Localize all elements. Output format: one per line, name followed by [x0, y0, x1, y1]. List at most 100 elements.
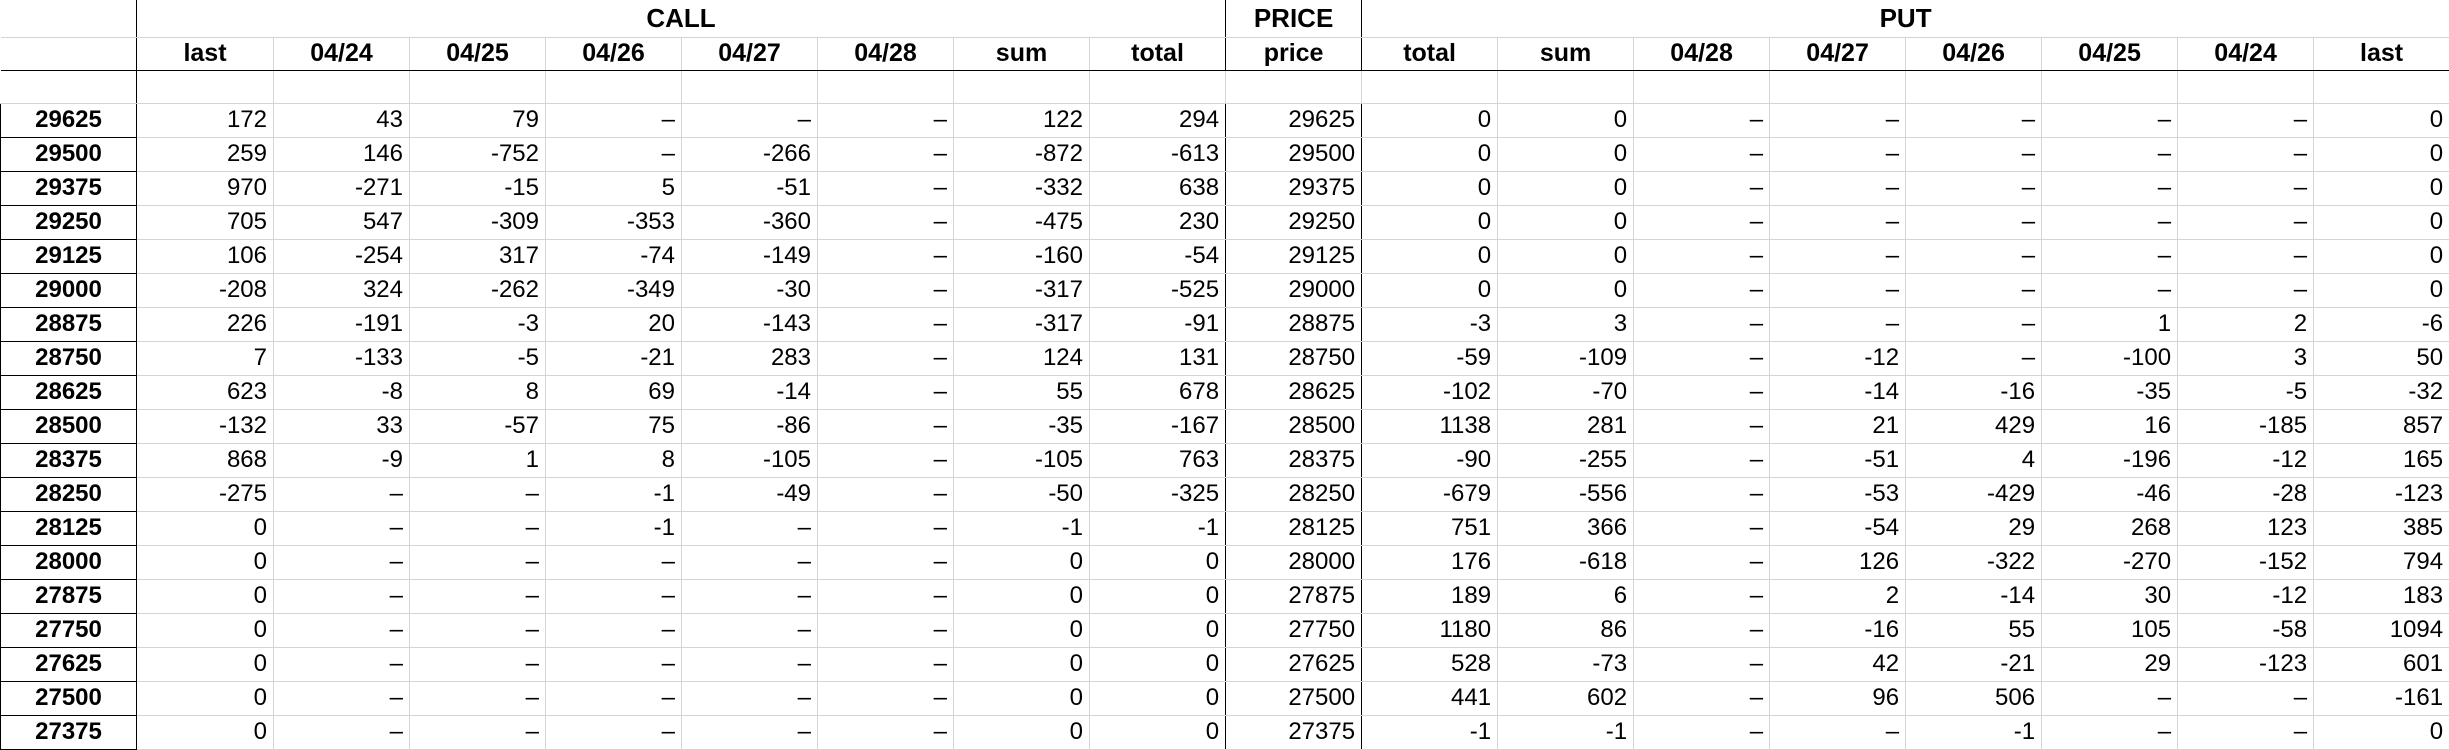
- data-cell[interactable]: -35: [2042, 375, 2178, 409]
- data-cell[interactable]: 623: [137, 375, 274, 409]
- column-header[interactable]: last: [137, 37, 274, 70]
- data-cell[interactable]: 0: [1362, 239, 1498, 273]
- data-cell[interactable]: 28750: [1226, 341, 1362, 375]
- empty-cell[interactable]: [1906, 70, 2042, 103]
- row-strike-label[interactable]: 28250: [1, 477, 137, 511]
- data-cell[interactable]: -133: [274, 341, 410, 375]
- empty-cell[interactable]: [1498, 70, 1634, 103]
- row-strike-label[interactable]: 27625: [1, 647, 137, 681]
- data-cell[interactable]: -51: [682, 171, 818, 205]
- data-cell[interactable]: -74: [546, 239, 682, 273]
- data-cell[interactable]: -102: [1362, 375, 1498, 409]
- data-cell[interactable]: 55: [1906, 613, 2042, 647]
- data-cell[interactable]: 28125: [1226, 511, 1362, 545]
- data-cell[interactable]: –: [682, 715, 818, 749]
- empty-cell[interactable]: [137, 70, 274, 103]
- data-cell[interactable]: -14: [1770, 375, 1906, 409]
- data-cell[interactable]: 50: [2314, 341, 2449, 375]
- data-cell[interactable]: -70: [1498, 375, 1634, 409]
- data-cell[interactable]: 2: [2178, 307, 2314, 341]
- data-cell[interactable]: –: [2042, 715, 2178, 749]
- data-cell[interactable]: 126: [1770, 545, 1906, 579]
- data-cell[interactable]: –: [274, 647, 410, 681]
- data-cell[interactable]: -12: [1770, 341, 1906, 375]
- data-cell[interactable]: –: [410, 613, 546, 647]
- row-strike-label[interactable]: 27875: [1, 579, 137, 613]
- data-cell[interactable]: –: [818, 137, 954, 171]
- data-cell[interactable]: 8: [546, 443, 682, 477]
- data-cell[interactable]: –: [1906, 307, 2042, 341]
- data-cell[interactable]: –: [1634, 681, 1770, 715]
- row-strike-label[interactable]: 27750: [1, 613, 137, 647]
- data-cell[interactable]: -30: [682, 273, 818, 307]
- data-cell[interactable]: –: [410, 579, 546, 613]
- data-cell[interactable]: 29250: [1226, 205, 1362, 239]
- data-cell[interactable]: 268: [2042, 511, 2178, 545]
- data-cell[interactable]: –: [410, 647, 546, 681]
- data-cell[interactable]: 0: [954, 715, 1090, 749]
- data-cell[interactable]: 176: [1362, 545, 1498, 579]
- data-cell[interactable]: -262: [410, 273, 546, 307]
- data-cell[interactable]: -275: [137, 477, 274, 511]
- data-cell[interactable]: –: [1770, 307, 1906, 341]
- data-cell[interactable]: -679: [1362, 477, 1498, 511]
- data-cell[interactable]: –: [274, 477, 410, 511]
- data-cell[interactable]: -1: [1362, 715, 1498, 749]
- data-cell[interactable]: 678: [1090, 375, 1226, 409]
- data-cell[interactable]: –: [1906, 341, 2042, 375]
- data-cell[interactable]: 0: [954, 681, 1090, 715]
- empty-cell[interactable]: [546, 70, 682, 103]
- data-cell[interactable]: –: [1634, 273, 1770, 307]
- data-cell[interactable]: -322: [1906, 545, 2042, 579]
- row-strike-label[interactable]: 29000: [1, 273, 137, 307]
- data-cell[interactable]: -32: [2314, 375, 2449, 409]
- data-cell[interactable]: -349: [546, 273, 682, 307]
- data-cell[interactable]: –: [410, 511, 546, 545]
- data-cell[interactable]: –: [682, 613, 818, 647]
- data-cell[interactable]: 183: [2314, 579, 2449, 613]
- data-cell[interactable]: 0: [1090, 715, 1226, 749]
- data-cell[interactable]: 0: [2314, 137, 2449, 171]
- data-cell[interactable]: 75: [546, 409, 682, 443]
- data-cell[interactable]: –: [1634, 103, 1770, 137]
- data-cell[interactable]: 317: [410, 239, 546, 273]
- data-cell[interactable]: –: [1634, 511, 1770, 545]
- data-cell[interactable]: 1: [410, 443, 546, 477]
- data-cell[interactable]: 366: [1498, 511, 1634, 545]
- data-cell[interactable]: -16: [1770, 613, 1906, 647]
- data-cell[interactable]: -53: [1770, 477, 1906, 511]
- row-strike-label[interactable]: 29625: [1, 103, 137, 137]
- data-cell[interactable]: 0: [1498, 103, 1634, 137]
- data-cell[interactable]: -28: [2178, 477, 2314, 511]
- data-cell[interactable]: 0: [1498, 137, 1634, 171]
- data-cell[interactable]: -54: [1090, 239, 1226, 273]
- empty-cell[interactable]: [2178, 70, 2314, 103]
- data-cell[interactable]: –: [818, 647, 954, 681]
- data-cell[interactable]: 324: [274, 273, 410, 307]
- data-cell[interactable]: 283: [682, 341, 818, 375]
- data-cell[interactable]: -143: [682, 307, 818, 341]
- row-strike-label[interactable]: 29250: [1, 205, 137, 239]
- row-strike-label[interactable]: 28500: [1, 409, 137, 443]
- data-cell[interactable]: 970: [137, 171, 274, 205]
- data-cell[interactable]: -123: [2178, 647, 2314, 681]
- data-cell[interactable]: 0: [137, 613, 274, 647]
- row-strike-label[interactable]: 28625: [1, 375, 137, 409]
- data-cell[interactable]: 0: [1362, 137, 1498, 171]
- column-header[interactable]: 04/26: [546, 37, 682, 70]
- data-cell[interactable]: –: [1634, 171, 1770, 205]
- data-cell[interactable]: -90: [1362, 443, 1498, 477]
- data-cell[interactable]: -132: [137, 409, 274, 443]
- data-cell[interactable]: 0: [2314, 715, 2449, 749]
- data-cell[interactable]: -58: [2178, 613, 2314, 647]
- data-cell[interactable]: –: [546, 137, 682, 171]
- data-cell[interactable]: 29125: [1226, 239, 1362, 273]
- data-cell[interactable]: 230: [1090, 205, 1226, 239]
- data-cell[interactable]: -255: [1498, 443, 1634, 477]
- data-cell[interactable]: 0: [1362, 205, 1498, 239]
- data-cell[interactable]: –: [2178, 273, 2314, 307]
- data-cell[interactable]: –: [1634, 137, 1770, 171]
- data-cell[interactable]: 0: [954, 579, 1090, 613]
- row-strike-label[interactable]: 27375: [1, 715, 137, 749]
- data-cell[interactable]: 0: [1090, 647, 1226, 681]
